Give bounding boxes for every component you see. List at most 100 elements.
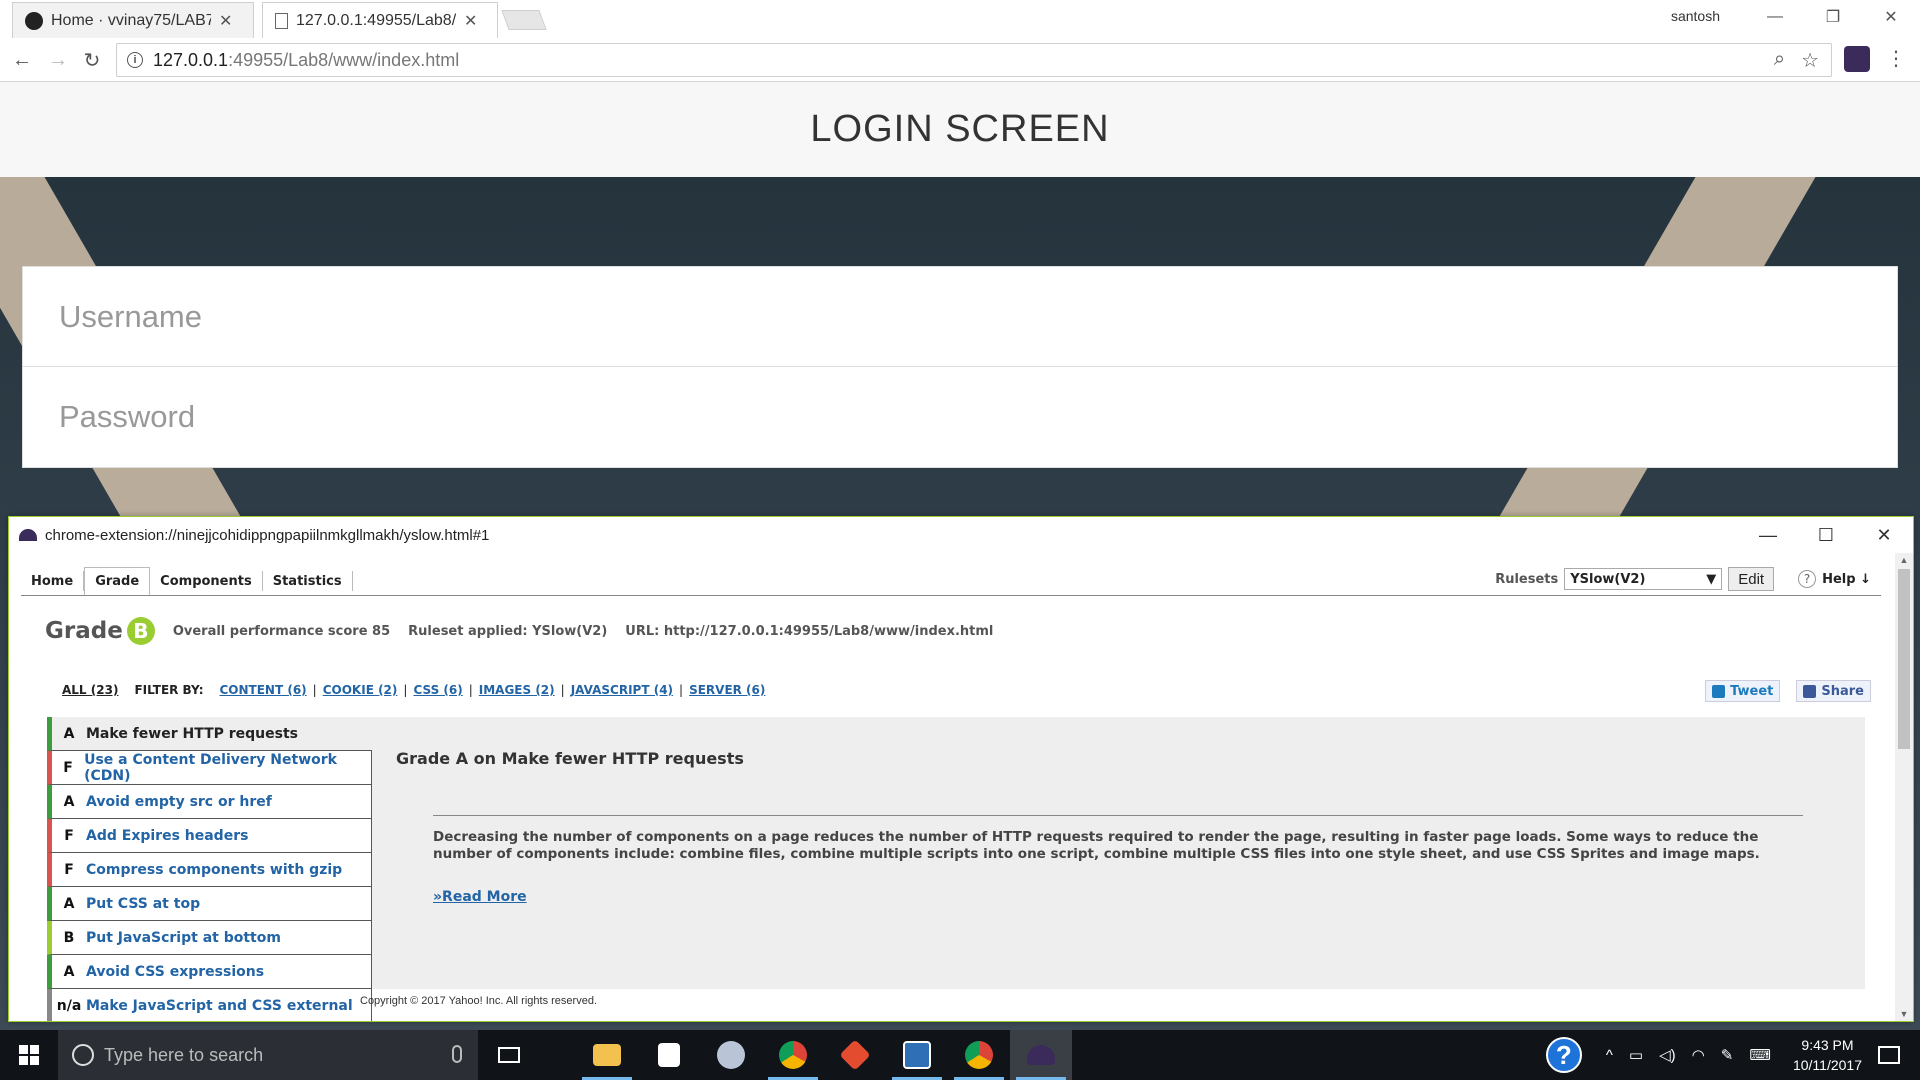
search-placeholder: Type here to search xyxy=(104,1044,264,1065)
start-button[interactable] xyxy=(0,1030,58,1080)
detail-divider xyxy=(433,815,1803,816)
browser-tab-github[interactable]: Home · vvinay75/LAB7 W ✕ xyxy=(12,2,254,38)
yslow-logo-icon xyxy=(19,529,37,541)
zoom-icon[interactable]: ⌕ xyxy=(1774,48,1785,73)
rule-grade: F xyxy=(63,759,73,776)
rule-item[interactable]: F Compress components with gzip xyxy=(47,853,372,887)
dropdown-arrow-icon: ▼ xyxy=(1706,571,1717,587)
system-tray: ? ^ ▭ ◁) ◠ ✎ ⌨ 9:43 PM 10/11/2017 xyxy=(1545,1030,1920,1080)
tab-close-icon[interactable]: ✕ xyxy=(219,11,232,31)
notification-icon[interactable] xyxy=(1878,1046,1900,1064)
filter-javascript[interactable]: JAVASCRIPT (4) xyxy=(571,683,673,697)
tab-divider xyxy=(21,595,1881,596)
taskbar-app[interactable] xyxy=(638,1030,700,1080)
taskbar-app[interactable] xyxy=(1010,1030,1072,1080)
password-field[interactable]: Password xyxy=(23,367,1897,467)
minimize-icon[interactable]: — xyxy=(1739,517,1797,553)
filter-content[interactable]: CONTENT (6) xyxy=(220,683,307,697)
yslow-tabs: Home Grade Components Statistics xyxy=(21,567,353,596)
page-icon xyxy=(275,12,288,29)
rulesets-bar: Rulesets YSlow(V2) ▼ Edit ? Help ↓ xyxy=(1495,567,1871,591)
rule-item[interactable]: A Make fewer HTTP requests xyxy=(47,717,372,751)
scroll-up-icon[interactable]: ▲ xyxy=(1895,553,1913,567)
rule-item[interactable]: B Put JavaScript at bottom xyxy=(47,921,372,955)
back-arrow-icon[interactable]: ← xyxy=(8,46,36,74)
clock[interactable]: 9:43 PM 10/11/2017 xyxy=(1793,1035,1862,1075)
show-hidden-icons-icon[interactable]: ^ xyxy=(1606,1047,1613,1064)
scroll-thumb[interactable] xyxy=(1898,569,1910,749)
filter-images[interactable]: IMAGES (2) xyxy=(479,683,555,697)
battery-icon[interactable]: ▭ xyxy=(1629,1046,1643,1064)
filter-css[interactable]: CSS (6) xyxy=(413,683,462,697)
taskbar-app[interactable] xyxy=(886,1030,948,1080)
rule-grade: B xyxy=(63,929,75,946)
rule-item[interactable]: A Avoid CSS expressions xyxy=(47,955,372,989)
yslow-extension-icon[interactable] xyxy=(1844,46,1870,72)
yslow-scrollbar[interactable]: ▲ ▼ xyxy=(1895,553,1913,1021)
grade-badge: B xyxy=(126,617,155,645)
keyboard-icon[interactable]: ⌨ xyxy=(1749,1046,1771,1064)
ruleset-select[interactable]: YSlow(V2) ▼ xyxy=(1564,568,1723,590)
taskbar-app[interactable] xyxy=(824,1030,886,1080)
bookmark-star-icon[interactable]: ☆ xyxy=(1801,48,1819,73)
rule-item[interactable]: F Add Expires headers xyxy=(47,819,372,853)
taskbar-app[interactable] xyxy=(948,1030,1010,1080)
browser-menu-icon[interactable]: ⋮ xyxy=(1886,46,1906,71)
maximize-icon[interactable]: ☐ xyxy=(1797,517,1855,553)
tab-title: 127.0.0.1:49955/Lab8/ww xyxy=(296,11,456,29)
rule-item[interactable]: F Use a Content Delivery Network (CDN) xyxy=(47,751,372,785)
close-icon[interactable]: ✕ xyxy=(1862,0,1920,34)
rule-grade: n/a xyxy=(56,997,82,1014)
browser-tab-localhost[interactable]: 127.0.0.1:49955/Lab8/ww ✕ xyxy=(262,2,498,38)
rule-name: Avoid empty src or href xyxy=(86,793,272,810)
new-tab-button[interactable] xyxy=(501,10,547,30)
taskbar-search[interactable]: Type here to search xyxy=(58,1030,478,1080)
forward-arrow-icon[interactable]: → xyxy=(44,46,72,74)
share-label: Share xyxy=(1821,683,1864,699)
filter-by-label: FILTER BY: xyxy=(134,683,204,697)
rule-grade: F xyxy=(64,827,74,844)
taskbar-app[interactable] xyxy=(576,1030,638,1080)
rule-name: Use a Content Delivery Network (CDN) xyxy=(84,751,337,784)
scroll-down-icon[interactable]: ▼ xyxy=(1895,1007,1913,1021)
tweet-button[interactable]: Tweet xyxy=(1705,680,1781,702)
read-more-link[interactable]: »Read More xyxy=(433,889,527,905)
minimize-icon[interactable]: — xyxy=(1746,0,1804,34)
tab-home[interactable]: Home xyxy=(21,571,85,591)
reload-icon[interactable]: ↻ xyxy=(78,46,106,74)
restore-icon[interactable]: ❐ xyxy=(1804,0,1862,34)
edit-button[interactable]: Edit xyxy=(1728,567,1775,591)
address-bar[interactable]: i 127.0.0.1:49955/Lab8/www/index.html ⌕ … xyxy=(116,43,1832,77)
tab-components[interactable]: Components xyxy=(150,571,263,591)
url-path: :49955/Lab8/www/index.html xyxy=(228,49,460,70)
windows-logo-icon xyxy=(19,1045,39,1065)
wifi-icon[interactable]: ◠ xyxy=(1692,1046,1705,1064)
rule-item[interactable]: A Avoid empty src or href xyxy=(47,785,372,819)
rule-item[interactable]: n/a Make JavaScript and CSS external xyxy=(47,989,372,1021)
microphone-icon[interactable] xyxy=(452,1045,462,1063)
taskbar-app[interactable] xyxy=(762,1030,824,1080)
facebook-icon xyxy=(1803,684,1817,698)
filter-server[interactable]: SERVER (6) xyxy=(689,683,765,697)
username-field[interactable]: Username xyxy=(23,267,1897,367)
tab-close-icon[interactable]: ✕ xyxy=(464,11,477,31)
tab-statistics[interactable]: Statistics xyxy=(263,571,353,591)
help-menu[interactable]: Help ↓ xyxy=(1822,572,1871,587)
help-icon[interactable]: ? xyxy=(1545,1037,1582,1073)
share-button[interactable]: Share xyxy=(1796,680,1871,702)
profile-name[interactable]: santosh xyxy=(1671,8,1720,24)
info-icon[interactable]: i xyxy=(127,52,143,68)
chrome-icon xyxy=(965,1041,993,1069)
filter-cookie[interactable]: COOKIE (2) xyxy=(323,683,398,697)
taskbar-app[interactable] xyxy=(700,1030,762,1080)
close-icon[interactable]: ✕ xyxy=(1855,517,1913,553)
help-icon[interactable]: ? xyxy=(1798,570,1817,588)
rule-grade: A xyxy=(63,793,75,810)
tab-grade[interactable]: Grade xyxy=(84,567,151,596)
volume-icon[interactable]: ◁) xyxy=(1659,1046,1676,1064)
task-view-button[interactable] xyxy=(478,1030,540,1080)
rule-item[interactable]: A Put CSS at top xyxy=(47,887,372,921)
login-form: Username Password xyxy=(22,266,1898,468)
pen-icon[interactable]: ✎ xyxy=(1721,1046,1734,1064)
filter-all[interactable]: ALL (23) xyxy=(62,683,118,697)
